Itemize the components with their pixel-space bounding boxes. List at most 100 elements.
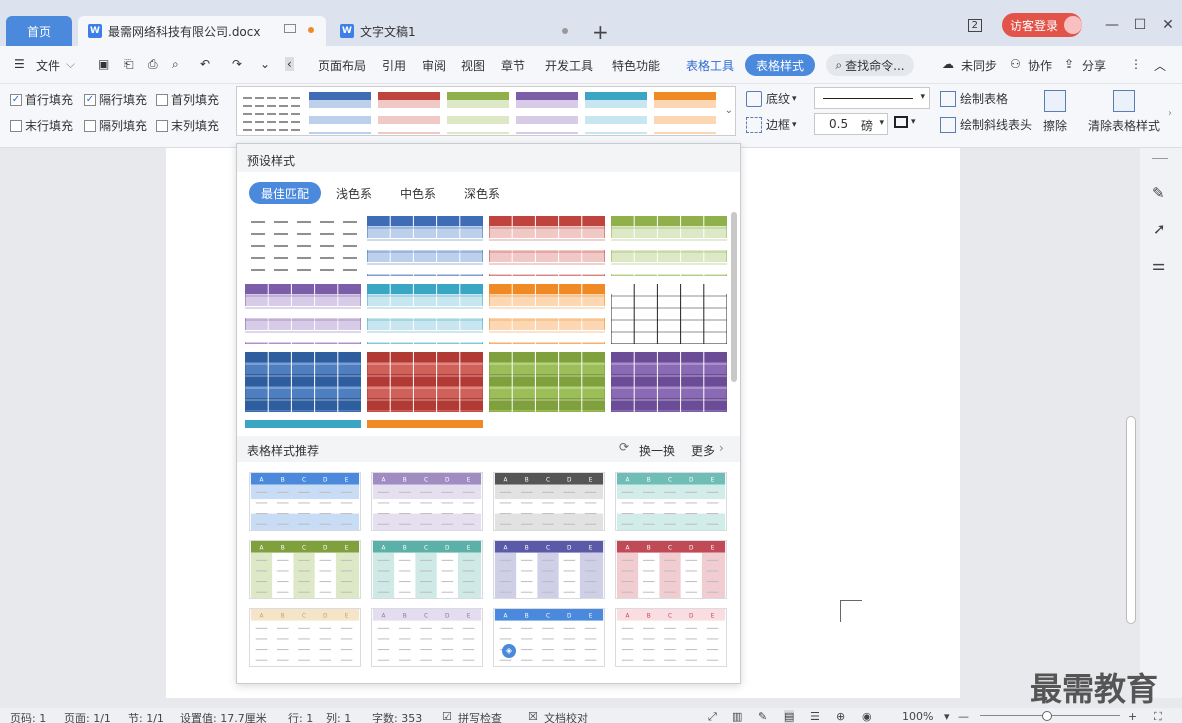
page-view-icon[interactable]: ▤: [784, 710, 795, 723]
more-down-icon[interactable]: ⌄: [260, 57, 270, 71]
menu-chapter[interactable]: 章节: [501, 57, 525, 74]
pen-color-button[interactable]: ▾: [894, 116, 916, 128]
refresh-button[interactable]: 换一换: [639, 442, 675, 459]
status-row[interactable]: 行: 1: [288, 710, 313, 723]
panel-scrollbar[interactable]: [731, 212, 737, 382]
maximize-button[interactable]: ☐: [1126, 17, 1154, 33]
line-style-select[interactable]: ▾: [814, 87, 930, 109]
recommended-style[interactable]: A B C D E: [371, 608, 483, 667]
checkbox-first-col[interactable]: 首列填充: [156, 91, 219, 108]
eye-protect-icon[interactable]: ◉: [862, 710, 872, 723]
recommended-style[interactable]: A B C D E: [249, 540, 361, 599]
menu-references[interactable]: 引用: [382, 57, 406, 74]
draw-diagonal-button[interactable]: 绘制斜线表头: [940, 116, 1032, 133]
gallery-style-purple[interactable]: [516, 92, 578, 134]
menu-dev-tools[interactable]: 开发工具: [545, 57, 593, 74]
recommended-style[interactable]: A B C D E: [493, 608, 605, 667]
status-proof[interactable]: 文档校对: [544, 710, 588, 723]
cursor-icon[interactable]: ➚: [1153, 220, 1166, 238]
tab-document-2[interactable]: W 文字文稿1: [330, 16, 578, 46]
minimize-button[interactable]: —: [1098, 17, 1126, 33]
filter-dark[interactable]: 深色系: [455, 182, 509, 204]
status-pages[interactable]: 页面: 1/1: [64, 710, 111, 723]
preset-style-blue-light[interactable]: [367, 216, 483, 276]
gallery-style-blue[interactable]: [309, 92, 371, 134]
refresh-icon[interactable]: ⟳: [619, 440, 629, 454]
preset-style-orange-peek[interactable]: [367, 420, 483, 428]
menu-table-tools[interactable]: 表格工具: [686, 57, 734, 74]
preset-style-green-dark[interactable]: [489, 352, 605, 412]
preset-style-red-light[interactable]: [489, 216, 605, 276]
recommended-style[interactable]: A B C D E: [615, 540, 727, 599]
recommended-style[interactable]: A B C D E: [249, 472, 361, 531]
preset-style-grid-black[interactable]: [611, 284, 727, 344]
line-width-select[interactable]: 0.5 磅 ▾: [814, 113, 888, 135]
menu-special[interactable]: 特色功能: [612, 57, 660, 74]
gallery-expand-icon[interactable]: ⌄: [725, 105, 733, 116]
menu-review[interactable]: 审阅: [422, 57, 446, 74]
checkbox-banded-rows[interactable]: ✓ 隔行填充: [84, 91, 147, 108]
recommended-style[interactable]: A B C D E: [371, 472, 483, 531]
recommended-style[interactable]: A B C D E: [493, 472, 605, 531]
sidebar-collapse-icon[interactable]: [1152, 158, 1168, 159]
gallery-style-plain[interactable]: [241, 92, 303, 134]
gallery-style-green[interactable]: [447, 92, 509, 134]
tab-home[interactable]: 首页: [6, 16, 72, 46]
filter-best-match[interactable]: 最佳匹配: [249, 182, 321, 204]
chevron-down-icon[interactable]: ⌵: [66, 57, 75, 72]
web-view-icon[interactable]: ⊕: [836, 710, 845, 723]
chevron-right-icon[interactable]: ›: [719, 441, 724, 455]
recommended-style[interactable]: A B C D E: [615, 608, 727, 667]
collab-button[interactable]: 协作: [1028, 57, 1052, 74]
close-button[interactable]: ✕: [1154, 17, 1182, 33]
collapse-ribbon-icon[interactable]: ︿: [1154, 57, 1166, 74]
zoom-out-button[interactable]: —: [958, 710, 969, 723]
recommended-style[interactable]: A B C D E: [493, 540, 605, 599]
draw-table-button[interactable]: 绘制表格: [940, 90, 1008, 107]
checkbox-last-col[interactable]: 末列填充: [156, 117, 219, 134]
clear-style-button[interactable]: 清除表格样式: [1086, 90, 1162, 134]
more-button[interactable]: 更多: [691, 442, 715, 459]
preset-style-purple-light[interactable]: [245, 284, 361, 344]
preset-style-plain[interactable]: [245, 216, 361, 276]
menu-page-layout[interactable]: 页面布局: [318, 57, 366, 74]
border-button[interactable]: 边框 ▾: [746, 116, 797, 133]
menu-table-style[interactable]: 表格样式: [745, 54, 815, 76]
read-mode-icon[interactable]: ▥: [732, 710, 742, 723]
page-count-badge[interactable]: 2: [967, 18, 982, 32]
ribbon-scroll-right-icon[interactable]: ›: [1168, 108, 1172, 119]
recommended-style[interactable]: A B C D E: [371, 540, 483, 599]
scrollbar-thumb[interactable]: [1126, 416, 1136, 624]
status-words[interactable]: 字数: 353: [372, 710, 422, 723]
status-section[interactable]: 节: 1/1: [128, 710, 164, 723]
menu-file[interactable]: 文件: [36, 57, 60, 74]
pen-icon[interactable]: ✎: [1152, 184, 1165, 202]
preset-style-blue-peek[interactable]: [245, 420, 361, 428]
new-tab-button[interactable]: +: [592, 20, 609, 44]
print-preview-icon[interactable]: ⌕: [172, 57, 179, 72]
zoom-dropdown-icon[interactable]: ▾: [944, 710, 950, 723]
more-icon[interactable]: ⋮: [1130, 57, 1142, 71]
preset-style-blue-dark[interactable]: [245, 352, 361, 412]
vertical-scrollbar[interactable]: [1125, 148, 1139, 698]
scroll-left-icon[interactable]: ‹: [285, 57, 294, 71]
undo-icon[interactable]: ↶: [200, 57, 210, 71]
recommended-style[interactable]: A B C D E: [249, 608, 361, 667]
share-button[interactable]: 分享: [1082, 57, 1106, 74]
zoom-slider-handle[interactable]: [1042, 711, 1052, 721]
preset-style-red-dark[interactable]: [367, 352, 483, 412]
outline-view-icon[interactable]: ☰: [810, 710, 820, 723]
status-page[interactable]: 页码: 1: [10, 710, 46, 723]
erase-button[interactable]: 擦除: [1040, 90, 1070, 134]
tab-document-1[interactable]: W 最需网络科技有限公司.docx: [78, 16, 326, 46]
unsync-button[interactable]: 未同步: [961, 57, 997, 74]
checkbox-last-row[interactable]: 末行填充: [10, 117, 73, 134]
preset-style-purple-dark[interactable]: [611, 352, 727, 412]
settings-sliders-icon[interactable]: ⚌: [1152, 256, 1165, 274]
monitor-icon[interactable]: [284, 24, 296, 33]
format-painter-icon[interactable]: ⎗: [124, 57, 134, 72]
checkbox-first-row[interactable]: ✓ 首行填充: [10, 91, 73, 108]
write-mode-icon[interactable]: ✎: [758, 710, 767, 723]
filter-medium[interactable]: 中色系: [391, 182, 445, 204]
gallery-style-orange[interactable]: [654, 92, 716, 134]
